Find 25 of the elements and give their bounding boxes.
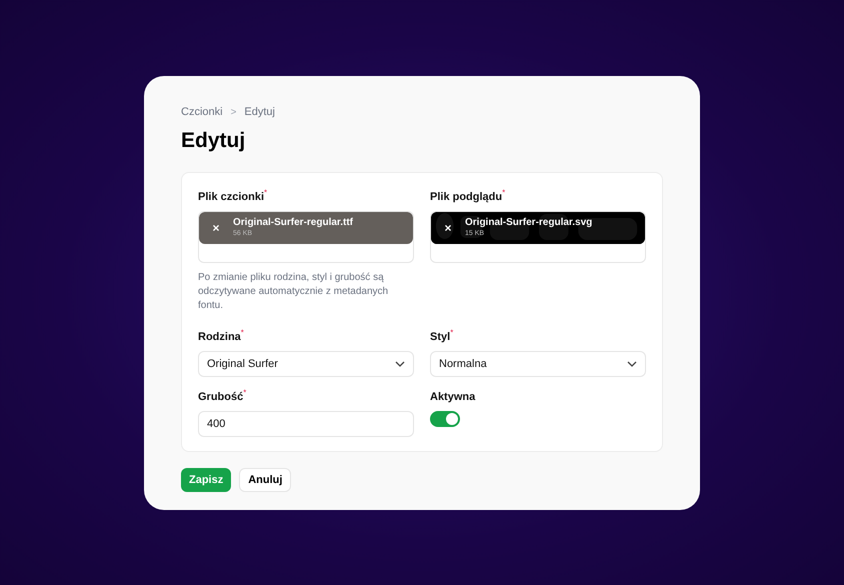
required-mark: * [240,329,244,337]
toggle-switch[interactable] [430,411,460,427]
chevron-down-icon [627,361,637,367]
select-field[interactable]: Normalna [430,351,646,377]
page-title: Edytuj [181,128,246,154]
field-label: Aktywna [430,390,476,405]
remove-button[interactable]: × [211,222,221,234]
input-field[interactable]: 400 [198,411,414,437]
field-label: Plik czcionki [198,191,264,205]
file-name: Original-Surfer-regular.ttf [233,217,354,230]
breadcrumb-link[interactable]: Czcionki [181,104,223,120]
help-text: Po zmianie pliku rodzina, styl i grubość są odczytywane automatycznie z metadanych fontu. [198,271,390,313]
required-mark: * [450,329,454,337]
required-mark: * [264,189,268,197]
select-field[interactable]: Original Surfer [198,351,414,377]
field-label: Rodzina [198,330,241,345]
cancel-button[interactable]: Anuluj [239,468,292,492]
chevron-down-icon [395,361,405,367]
field-label: Grubość [198,390,244,405]
field-label: Styl [430,330,450,345]
file-name: Original-Surfer-regular.svg [465,217,592,230]
required-mark: * [243,389,246,397]
required-mark: * [502,189,506,197]
field-label: Plik podglądu [430,191,502,205]
breadcrumb-separator: > [230,106,236,120]
